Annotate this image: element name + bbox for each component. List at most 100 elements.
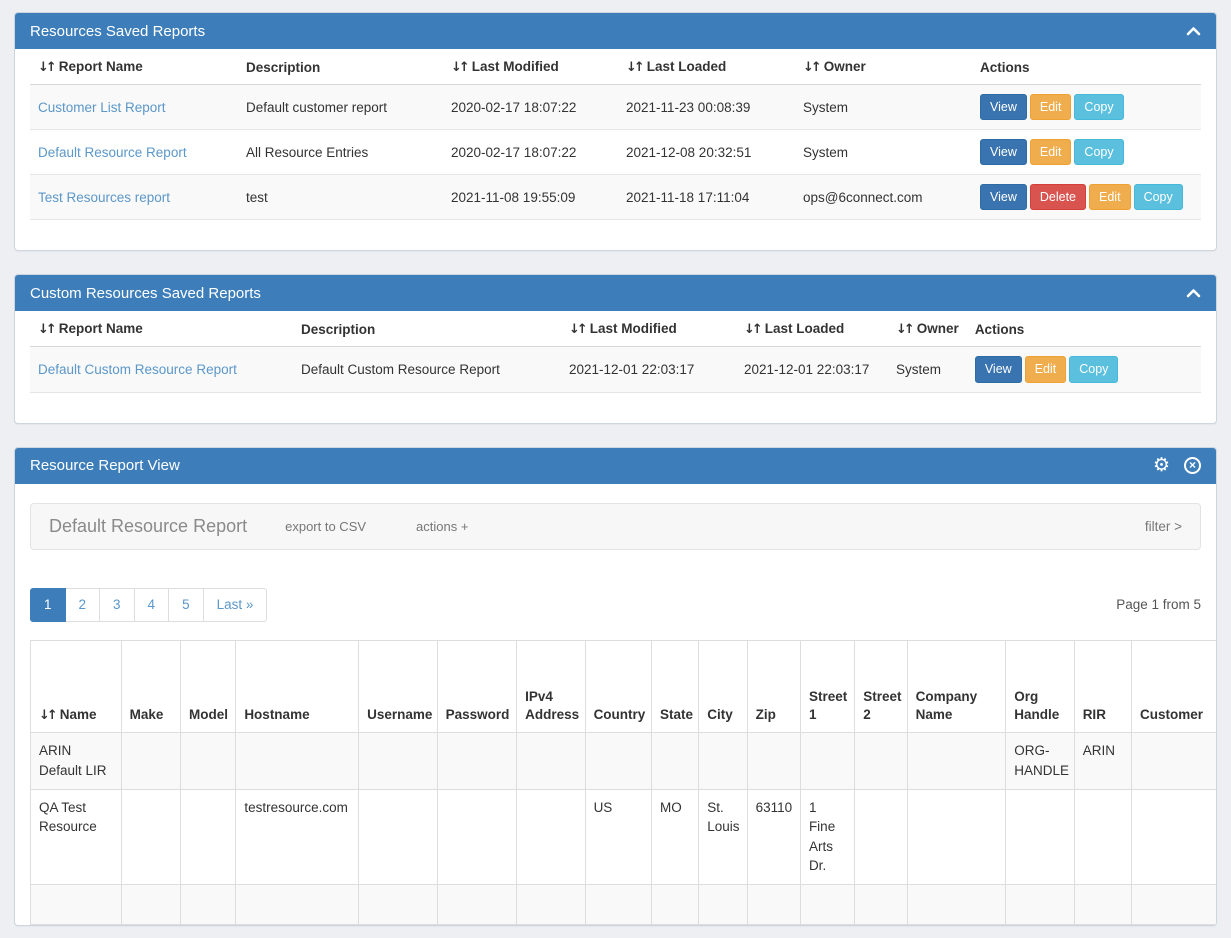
collapse-chevron-up-icon[interactable] xyxy=(1186,288,1201,298)
view-button[interactable]: View xyxy=(975,356,1022,382)
column-header[interactable]: ↓↑Name xyxy=(31,641,122,733)
column-header[interactable]: ↓↑Last Modified xyxy=(561,311,736,347)
pagination-row: 12345Last » Page 1 from 5 xyxy=(30,588,1201,623)
close-icon[interactable]: × xyxy=(1184,457,1201,474)
report-name-link[interactable]: Default Resource Report xyxy=(38,145,187,160)
copy-button[interactable]: Copy xyxy=(1134,184,1183,210)
data-cell xyxy=(747,884,800,924)
data-cell xyxy=(699,733,747,789)
column-label: Street 2 xyxy=(863,689,901,722)
column-header: Description xyxy=(238,49,443,85)
panel-title: Resources Saved Reports xyxy=(30,23,205,40)
page-button-4[interactable]: 4 xyxy=(135,588,170,623)
edit-button[interactable]: Edit xyxy=(1089,184,1131,210)
data-cell xyxy=(180,789,235,884)
report-name-link[interactable]: Test Resources report xyxy=(38,190,170,205)
page-button-3[interactable]: 3 xyxy=(100,588,135,623)
page-summary: Page 1 from 5 xyxy=(1116,597,1201,612)
last-loaded-cell: 2021-12-01 22:03:17 xyxy=(736,347,888,392)
actions-cell: ViewEditCopy xyxy=(967,347,1201,392)
data-cell: QA Test Resource xyxy=(31,789,122,884)
column-header[interactable]: ↓↑ Last Loaded xyxy=(618,49,795,85)
data-cell xyxy=(855,733,907,789)
data-cell xyxy=(747,733,800,789)
column-label: Last Loaded xyxy=(647,59,727,74)
column-label: RIR xyxy=(1083,707,1106,722)
column-header: Company Name xyxy=(907,641,1006,733)
actions-cell: ViewDeleteEditCopy xyxy=(972,175,1201,220)
edit-button[interactable]: Edit xyxy=(1025,356,1067,382)
delete-button[interactable]: Delete xyxy=(1030,184,1086,210)
column-label: Actions xyxy=(975,322,1025,337)
column-header[interactable]: ↓↑ Report Name xyxy=(30,49,238,85)
copy-button[interactable]: Copy xyxy=(1074,139,1123,165)
column-label: Last Loaded xyxy=(765,321,845,336)
column-header: Hostname xyxy=(236,641,359,733)
column-label: State xyxy=(660,707,693,722)
column-label: Last Modified xyxy=(472,59,559,74)
edit-button[interactable]: Edit xyxy=(1030,94,1072,120)
export-csv-link[interactable]: export to CSV xyxy=(285,519,366,534)
description-cell: Default Custom Resource Report xyxy=(293,347,561,392)
column-label: Name xyxy=(60,707,97,722)
table-row xyxy=(31,884,1217,924)
report-title: Default Resource Report xyxy=(49,516,247,537)
copy-button[interactable]: Copy xyxy=(1069,356,1118,382)
data-cell xyxy=(121,733,180,789)
data-cell xyxy=(1074,789,1131,884)
last-modified-cell: 2020-02-17 18:07:22 xyxy=(443,130,618,175)
column-header[interactable]: ↓↑Report Name xyxy=(30,311,293,347)
view-button[interactable]: View xyxy=(980,94,1027,120)
report-name-link[interactable]: Default Custom Resource Report xyxy=(38,362,237,377)
table-row: Default Resource ReportAll Resource Entr… xyxy=(30,130,1201,175)
actions-menu-link[interactable]: actions + xyxy=(416,519,468,534)
data-cell xyxy=(437,789,517,884)
column-header[interactable]: ↓↑ Owner xyxy=(888,311,967,347)
pagination: 12345Last » xyxy=(30,588,267,623)
view-button[interactable]: View xyxy=(980,139,1027,165)
report-name-link[interactable]: Customer List Report xyxy=(38,100,166,115)
description-cell: Default customer report xyxy=(238,85,443,130)
page-button-1[interactable]: 1 xyxy=(30,588,66,623)
saved-reports-table: ↓↑Report NameDescription↓↑Last Modified↓… xyxy=(30,49,1201,220)
column-label: Owner xyxy=(917,321,959,336)
edit-button[interactable]: Edit xyxy=(1030,139,1072,165)
data-cell xyxy=(585,884,651,924)
collapse-chevron-up-icon[interactable] xyxy=(1186,26,1201,36)
gear-icon[interactable]: ⚙ xyxy=(1153,456,1170,475)
table-row: ARIN Default LIRORG-HANDLEARIN xyxy=(31,733,1217,789)
data-cell xyxy=(1006,884,1074,924)
data-cell xyxy=(517,884,585,924)
page-button-2[interactable]: 2 xyxy=(66,588,101,623)
page: Resources Saved Reports ↓↑ Report Name Des… xyxy=(0,0,1231,938)
data-cell xyxy=(855,884,907,924)
data-cell xyxy=(180,733,235,789)
view-button[interactable]: View xyxy=(980,184,1027,210)
resources-saved-reports-panel: Resources Saved Reports ↓↑ Report Name Des… xyxy=(14,12,1217,251)
custom-resources-saved-reports-header: Custom Resources Saved Reports xyxy=(15,275,1216,311)
page-button-last[interactable]: Last » xyxy=(204,588,268,623)
column-label: Report Name xyxy=(59,321,143,336)
column-header[interactable]: ↓↑Last Loaded xyxy=(736,311,888,347)
data-cell xyxy=(359,733,438,789)
sort-icon: ↓↑ xyxy=(896,322,912,337)
data-cell xyxy=(31,884,122,924)
column-label: Actions xyxy=(980,60,1030,75)
column-header: Org Handle xyxy=(1006,641,1074,733)
report-table-wrapper: ↓↑NameMakeModelHostnameUsernamePasswordI… xyxy=(30,640,1216,924)
column-header[interactable]: ↓↑Owner xyxy=(795,49,972,85)
report-toolbar: Default Resource Report export to CSV ac… xyxy=(30,503,1201,550)
column-label: Owner xyxy=(824,59,866,74)
copy-button[interactable]: Copy xyxy=(1074,94,1123,120)
column-header: Username xyxy=(359,641,438,733)
column-label: Report Name xyxy=(59,59,143,74)
page-button-5[interactable]: 5 xyxy=(169,588,204,623)
data-cell xyxy=(236,733,359,789)
data-cell xyxy=(121,884,180,924)
sort-icon: ↓↑ xyxy=(626,60,642,75)
filter-link[interactable]: filter > xyxy=(1145,519,1182,534)
sort-icon: ↓↑ xyxy=(38,60,54,75)
table-row: Test Resources reporttest2021-11-08 19:5… xyxy=(30,175,1201,220)
data-cell xyxy=(855,789,907,884)
column-header[interactable]: ↓↑Last Modified xyxy=(443,49,618,85)
